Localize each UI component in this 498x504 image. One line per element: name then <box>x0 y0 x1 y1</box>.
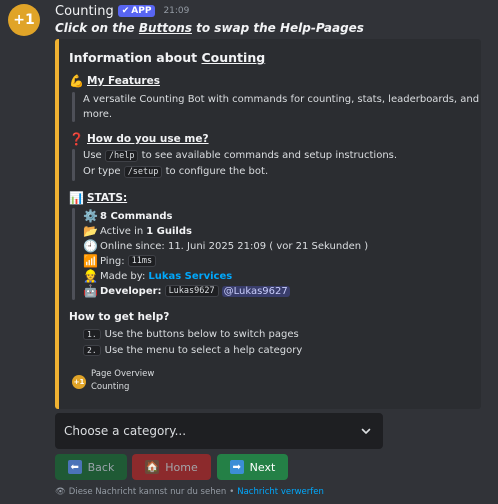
footer-line1: Page Overview <box>91 369 155 379</box>
usage-line2-pre: Or type <box>83 166 124 177</box>
stats-heading-label: STATS: <box>87 192 128 204</box>
usage-line1: Use /help to see available commands and … <box>83 150 398 162</box>
help-step-2-number: 2. <box>83 345 101 356</box>
next-button-label: Next <box>249 460 276 474</box>
ephemeral-text: Diese Nachricht kannst nur du sehen <box>68 487 227 497</box>
subtitle-post: to swap the Help-Paages <box>191 21 364 35</box>
help-command-code: /help <box>104 150 139 162</box>
next-button[interactable]: ➡ Next <box>217 454 288 480</box>
back-button-label: Back <box>87 460 115 474</box>
setup-command-code: /setup <box>123 166 163 178</box>
app-badge: ✔ APP <box>117 5 156 17</box>
stats-heading: 📊 STATS: <box>69 191 127 205</box>
stat-active: 📂 Active in 1 Guilds <box>83 224 192 238</box>
stat-developer: 🤖 Developer: Lukas9627 @Lukas9627 <box>83 284 290 298</box>
message-header: Counting ✔ APP 21:09 <box>55 3 189 19</box>
house-icon: 🏠 <box>145 460 160 474</box>
developer-mention[interactable]: @Lukas9627 <box>221 285 290 297</box>
worker-icon: 👷 <box>83 269 98 283</box>
folder-icon: 📂 <box>83 224 98 238</box>
back-button[interactable]: ⬅ Back <box>55 454 127 480</box>
made-by-link[interactable]: Lukas Services <box>148 271 232 282</box>
developer-code: Lukas9627 <box>164 285 219 297</box>
help-step-1-text: Use the buttons below to switch pages <box>104 329 299 340</box>
robot-icon: 🤖 <box>83 284 98 298</box>
usage-heading-label: How do you use me? <box>87 133 209 145</box>
stat-made-by: 👷 Made by: Lukas Services <box>83 269 232 283</box>
stat-active-label: Active in <box>100 225 144 237</box>
usage-line2: Or type /setup to configure the bot. <box>83 166 269 178</box>
stat-online: 🕘 Online since: 11. Juni 2025 21:09 ( vo… <box>83 239 368 253</box>
embed-title-name: Counting <box>201 50 266 65</box>
clock-icon: 🕘 <box>83 239 98 253</box>
category-select-placeholder: Choose a category... <box>64 424 187 438</box>
subtitle-pre: Click on the <box>55 21 139 35</box>
message-timestamp[interactable]: 21:09 <box>163 6 189 16</box>
usage-heading: ❓ How do you use me? <box>69 132 209 146</box>
bar-chart-icon: 📊 <box>69 191 84 205</box>
embed-title: Information about Counting <box>69 50 265 65</box>
help-step-2: 2. Use the menu to select a help category <box>83 345 302 356</box>
stat-developer-label: Developer: <box>100 285 162 297</box>
arrow-right-icon: ➡ <box>229 460 244 474</box>
signal-bars-icon: 📶 <box>83 254 98 268</box>
gear-icon: ⚙️ <box>83 209 98 223</box>
bot-username[interactable]: Counting <box>55 4 114 19</box>
stat-commands: ⚙️ 8 Commands <box>83 209 172 223</box>
stat-active-value: 1 Guilds <box>146 225 192 237</box>
usage-line1-post: to see available commands and setup inst… <box>138 150 398 161</box>
embed-title-pre: Information about <box>69 50 202 65</box>
question-mark-icon: ❓ <box>69 132 84 146</box>
help-step-1: 1. Use the buttons below to switch pages <box>83 329 299 340</box>
bot-avatar[interactable]: +1 <box>8 4 40 36</box>
usage-line1-pre: Use <box>83 150 105 161</box>
checkmark-icon: ✔ <box>121 6 130 16</box>
help-heading: How to get help? <box>69 311 170 323</box>
stat-ping-label: Ping: <box>100 255 125 267</box>
stat-ping: 📶 Ping: 11ms <box>83 254 157 268</box>
help-step-2-text: Use the menu to select a help category <box>104 345 303 356</box>
features-heading: 💪 My Features <box>69 74 160 88</box>
help-embed: Information about Counting 💪 My Features… <box>55 39 481 409</box>
subtitle-buttons: Buttons <box>138 21 192 35</box>
ephemeral-notice: 👁 Diese Nachricht kannst nur du sehen • … <box>55 487 324 497</box>
footer-avatar-icon: +1 <box>72 375 86 389</box>
stat-commands-value: 8 Commands <box>100 210 173 222</box>
stat-ping-value: 11ms <box>127 255 157 267</box>
stat-made-by-label: Made by: <box>100 270 146 282</box>
ephemeral-separator: • <box>229 487 235 497</box>
flexed-biceps-icon: 💪 <box>69 74 84 88</box>
chevron-down-icon <box>360 422 372 441</box>
dismiss-message-link[interactable]: Nachricht verwerfen <box>237 487 324 497</box>
features-heading-label: My Features <box>87 75 160 87</box>
usage-quote-bar <box>72 149 75 181</box>
home-button[interactable]: 🏠 Home <box>132 454 211 480</box>
stat-online-text: Online since: 11. Juni 2025 21:09 ( vor … <box>100 240 369 252</box>
stats-quote-bar <box>72 208 75 300</box>
home-button-label: Home <box>165 460 198 474</box>
help-step-1-number: 1. <box>83 329 101 340</box>
usage-line2-post: to configure the bot. <box>162 166 269 177</box>
arrow-left-icon: ⬅ <box>67 460 82 474</box>
message-subtitle: Click on the Buttons to swap the Help-Pa… <box>55 21 364 35</box>
eye-icon: 👁 <box>55 487 66 497</box>
features-text-line2: more. <box>83 109 113 120</box>
footer-line2: Counting <box>91 382 130 392</box>
category-select[interactable]: Choose a category... <box>55 413 383 449</box>
features-text-line1: A versatile Counting Bot with commands f… <box>83 94 480 105</box>
features-quote-bar <box>72 92 75 122</box>
app-badge-label: APP <box>131 6 152 16</box>
